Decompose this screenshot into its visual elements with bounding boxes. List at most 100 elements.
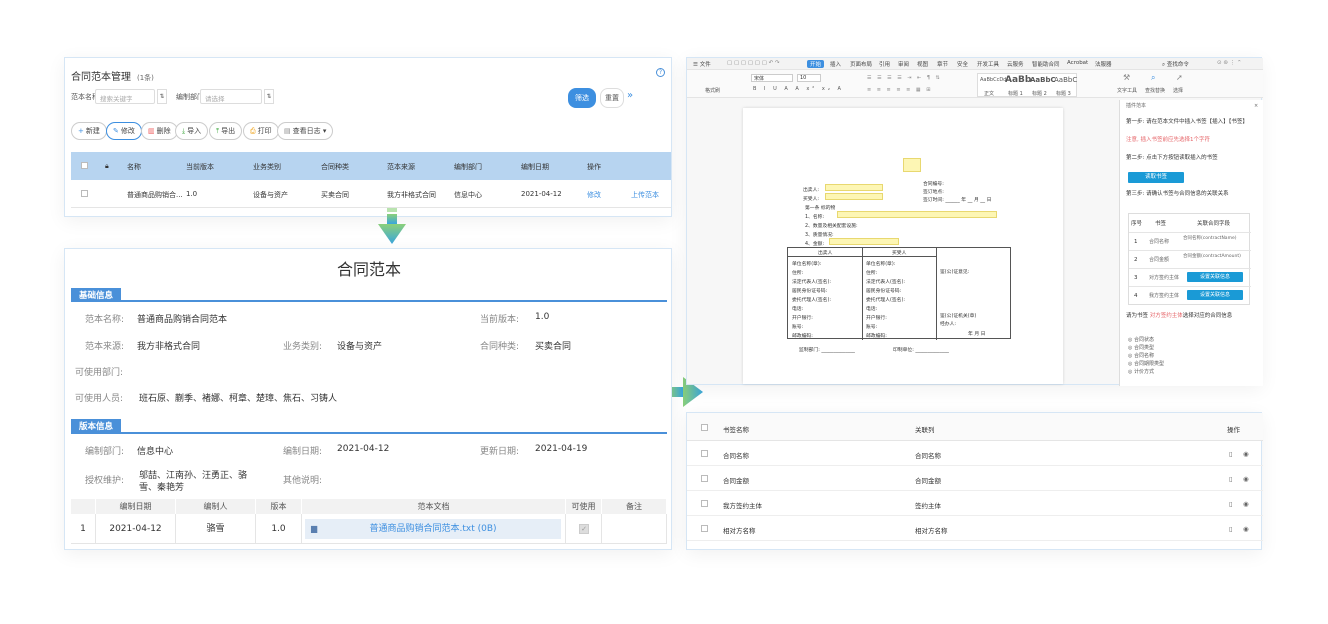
row-edit-link[interactable]: 修改	[587, 190, 601, 200]
document-editor-panel: ☰ 文件 ▢ ▢ ▢ ▢ ▢ ▢ ↶ ↷ 开始 插入 页面布局 引用 审阅 视图…	[686, 57, 1263, 386]
edit-icon[interactable]: ▯	[1229, 525, 1233, 533]
row-divider	[1129, 232, 1251, 233]
version-value: 1.0	[535, 312, 550, 322]
table-row[interactable]: 我方签约主体 签约主体 ▯ ◉	[687, 491, 1263, 516]
menu-security[interactable]: 安全	[957, 60, 968, 68]
menu-file[interactable]: ☰ 文件	[693, 60, 711, 68]
select-all-checkbox[interactable]	[81, 162, 88, 169]
option-radio[interactable]: ◎ 合同状态	[1128, 336, 1154, 344]
delete-button[interactable]: ▥ 删除	[141, 122, 178, 140]
menu-review[interactable]: 审阅	[898, 60, 909, 68]
format-painter-label[interactable]: 格式刷	[705, 87, 720, 94]
table-row[interactable]: 合同名称 合同名称 ▯ ◉	[687, 441, 1263, 466]
window-icons[interactable]: ⊙ ⊚ ⋮ ⌃	[1217, 60, 1242, 66]
eye-icon[interactable]: ◉	[1243, 525, 1249, 533]
col-version: 版本	[256, 499, 302, 514]
view-log-button[interactable]: ▤ 查看日志 ▾	[277, 122, 334, 140]
table-row[interactable]: 普通商品购销合... 1.0 设备与资产 买卖合同 我方非格式合同 信息中心 2…	[71, 180, 671, 208]
style-gallery[interactable]: AaBbCcDd AaBb AaBbC AaBbC 正文 标题 1 标题 2 标…	[977, 73, 1077, 97]
text-format-icons[interactable]: B I U A A x² x₂ A	[753, 86, 844, 92]
name-search-input[interactable]: 搜索关键字	[95, 89, 155, 104]
table-row[interactable]: 相对方名称 相对方名称 ▯ ◉	[687, 516, 1263, 541]
menu-view[interactable]: 视图	[917, 60, 928, 68]
row-checkbox[interactable]	[81, 190, 88, 197]
plus-icon: +	[78, 127, 84, 135]
menu-cloud[interactable]: 云服务	[1007, 60, 1024, 68]
filter-toggle-icon[interactable]: ⇅	[264, 89, 274, 104]
expand-icon[interactable]: »	[627, 90, 633, 101]
filter-button[interactable]: 筛选	[568, 88, 596, 108]
col-index	[71, 499, 96, 514]
set-relation-button[interactable]: 设置关联信息	[1187, 290, 1243, 300]
eye-icon[interactable]: ◉	[1243, 500, 1249, 508]
text-tool-button[interactable]: 文字工具	[1117, 87, 1137, 94]
set-relation-button[interactable]: 设置关联信息	[1187, 272, 1243, 282]
align-icons[interactable]: ≡ ≡ ≡ ≡ ≡ ▦ ⊞	[867, 87, 932, 93]
import-button[interactable]: ⤓ 导入	[175, 122, 209, 140]
reset-button[interactable]: 重置	[600, 88, 624, 108]
edit-icon[interactable]: ▯	[1229, 450, 1233, 458]
document-page[interactable]: 合同编号: 签订地点: 签订时间: ______ 年 __ 月 __ 日 出卖人…	[743, 108, 1063, 384]
row-related: 相对方名称	[915, 527, 948, 535]
menu-server[interactable]: 法服器	[1095, 60, 1112, 68]
trash-icon: ▥	[148, 127, 155, 135]
doc-text: 住所:	[866, 271, 878, 276]
col-doc: 范本文档	[302, 499, 566, 514]
select-all-checkbox[interactable]	[701, 424, 708, 431]
style-sample: AaBbC	[1030, 76, 1056, 84]
doc-text: 委托代理人(签名):	[866, 298, 905, 303]
edit-icon[interactable]: ▯	[1229, 500, 1233, 508]
style-sample: AaBbCcDd	[980, 77, 1007, 83]
option-radio[interactable]: ◎ 计价方式	[1128, 368, 1154, 376]
new-button[interactable]: + 新建	[71, 122, 107, 140]
dept-select[interactable]: 请选择	[200, 89, 262, 104]
find-replace-button[interactable]: 查找替换	[1145, 87, 1165, 94]
col-date: 编制日期	[96, 499, 176, 514]
read-bookmark-button[interactable]: 读取书签	[1128, 172, 1184, 183]
quick-access-icons[interactable]: ▢ ▢ ▢ ▢ ▢ ▢ ↶ ↷	[727, 60, 780, 66]
font-size-select[interactable]: 10	[797, 74, 821, 82]
row-upload-link[interactable]: 上传范本	[631, 190, 659, 200]
close-icon[interactable]: ×	[1254, 102, 1258, 110]
export-button[interactable]: ⤒ 导出	[209, 122, 243, 140]
question-icon[interactable]: ?	[656, 68, 665, 77]
option-radio[interactable]: ◎ 合同名称	[1128, 352, 1154, 360]
menu-insert[interactable]: 插入	[830, 60, 841, 68]
style-sample: AaBbC	[1054, 76, 1078, 84]
row-checkbox[interactable]	[701, 450, 708, 457]
menu-chapter[interactable]: 章节	[937, 60, 948, 68]
filter-toggle-icon[interactable]: ⇅	[157, 89, 167, 104]
table-row[interactable]: 合同金额 合同金额 ▯ ◉	[687, 466, 1263, 491]
print-button[interactable]: ⎙ 打印	[243, 122, 279, 140]
edit-icon: ✎	[113, 127, 119, 135]
bookmark-mapping-table: 书签名称 关联列 操作 合同名称 合同名称 ▯ ◉ 合同金额 合同金额 ▯ ◉ 我方签约主体 签约…	[686, 412, 1263, 550]
menu-dev[interactable]: 开发工具	[977, 60, 999, 68]
row-checkbox[interactable]	[701, 525, 708, 532]
edit-icon[interactable]: ▯	[1229, 475, 1233, 483]
menu-layout[interactable]: 页面布局	[850, 60, 872, 68]
select-button[interactable]: 选择	[1173, 87, 1183, 94]
doc-text: 单位名称(章):	[792, 262, 822, 267]
font-name-select[interactable]: 宋体	[751, 74, 793, 82]
row-checkbox[interactable]	[701, 500, 708, 507]
row-checkbox[interactable]	[701, 475, 708, 482]
eye-icon[interactable]: ◉	[1243, 450, 1249, 458]
ver-dept-value: 信息中心	[137, 447, 174, 457]
doc-file-link[interactable]: ▆ 普通商品购销合同范本.txt (0B)	[305, 519, 561, 539]
menu-contract[interactable]: 智能助合同	[1032, 60, 1060, 68]
menu-ref[interactable]: 引用	[879, 60, 890, 68]
menu-home[interactable]: 开始	[807, 60, 825, 68]
search-icon: ⌕	[1151, 73, 1156, 82]
option-radio[interactable]: ◎ 合同类型	[1128, 344, 1154, 352]
option-radio[interactable]: ◎ 合同期限类型	[1128, 360, 1164, 368]
edit-button[interactable]: ✎ 修改	[106, 122, 142, 140]
file-icon: ▆	[311, 524, 318, 533]
menu-acrobat[interactable]: Acrobat	[1067, 60, 1088, 66]
search-command[interactable]: ⌕ 查找命令	[1162, 60, 1189, 69]
ver-dept-label: 编制部门:	[85, 447, 125, 457]
eye-icon[interactable]: ◉	[1243, 475, 1249, 483]
paragraph-icons[interactable]: ☰ ☰ ☰ ☰ ⇥ ⇤ ¶ ⇅	[867, 75, 942, 81]
usable-checkbox[interactable]: ✓	[579, 524, 589, 534]
contract-template-detail-panel: 合同范本 基础信息 范本名称: 普通商品购销合同范本 当前版本: 1.0 范本来…	[64, 248, 672, 550]
col-source: 范本来源	[387, 163, 415, 171]
